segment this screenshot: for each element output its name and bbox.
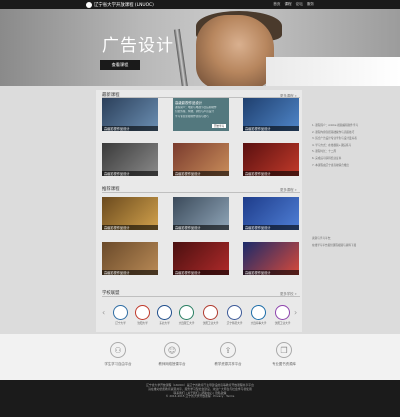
school-logo <box>113 305 128 320</box>
school-name: 沈阳大学 <box>137 322 148 325</box>
school-logo <box>203 305 218 320</box>
footer: 辽宁省大学开放课程（LNUOC）是辽宁省教育厅主导建设的高等教育开放课程共享平台… <box>0 380 400 417</box>
course-card[interactable]: 高级影视作品设计 <box>102 143 158 176</box>
course-card[interactable]: 高级影视作品设计 <box>102 242 158 275</box>
side-text: 资源与学习平台： <box>312 237 333 241</box>
school-item[interactable]: 辽宁师范大学 <box>226 305 243 327</box>
nav-item-service[interactable]: 服务 <box>307 2 314 7</box>
school-logo <box>179 305 194 320</box>
course-card-title: 高级影视作品设计 <box>102 225 158 230</box>
side-text: 1. 课程简介：Adobe 视频编辑软件学习 <box>312 124 359 127</box>
school-name: 大连理工大学 <box>178 322 195 325</box>
divider <box>102 192 300 193</box>
school-carousel: ‹ 辽宁大学 沈阳大学 东北大学 大连理工大学 沈阳工业大学 辽宁师范大学 大连… <box>102 303 300 327</box>
side-text: 5. 课程时长：十二周 <box>312 150 337 154</box>
school-logo <box>227 305 242 320</box>
course-card[interactable]: 高级影视作品设计 <box>102 197 158 230</box>
course-card-title: 高级影视作品设计 <box>243 126 299 131</box>
school-name: 大连海事大学 <box>250 322 267 325</box>
upload-icon: ⇪ <box>220 342 236 358</box>
side-text: 3. 适合广告设计专业学生与设计爱好者 <box>312 137 357 141</box>
course-card[interactable]: 高级影视作品设计 <box>243 197 299 230</box>
school-item[interactable]: 沈阳工业大学 <box>202 305 219 327</box>
start-learning-button[interactable]: 开始学习 <box>212 124 226 128</box>
book-icon: ❒ <box>276 342 292 358</box>
school-logo <box>251 305 266 320</box>
hero-image-face <box>196 15 274 86</box>
view-course-button[interactable]: 查看课程 <box>100 60 140 70</box>
school-item[interactable]: 沈阳工业大学 <box>274 305 291 327</box>
feature-item[interactable]: ❒ 专业图书资源库 <box>262 342 306 366</box>
logo-icon <box>86 1 92 8</box>
featured-course-desc-2: 包括剪辑、特效、调色与声音设计 <box>175 110 214 114</box>
course-card[interactable]: 高级影视作品设计 <box>102 98 158 131</box>
chevron-right-icon[interactable]: › <box>294 308 297 317</box>
school-item[interactable]: 大连海事大学 <box>250 305 267 327</box>
divider <box>102 296 300 297</box>
school-logo <box>275 305 290 320</box>
course-card[interactable]: 高级影视作品设计 <box>173 242 229 275</box>
school-name: 辽宁师范大学 <box>226 322 243 325</box>
side-text: 7. 本课程由辽宁省高校联合推出 <box>312 163 350 167</box>
course-card[interactable]: 高级影视作品设计 <box>173 143 229 176</box>
course-card-title: 高级影视作品设计 <box>102 270 158 275</box>
top-bar <box>0 0 400 9</box>
side-text: 6. 完成后可获得结业证书 <box>312 156 342 160</box>
feature-label: 教学资源共享平台 <box>214 362 242 366</box>
course-card-title: 高级影视作品设计 <box>102 126 158 131</box>
school-item[interactable]: 沈阳大学 <box>134 305 151 327</box>
feature-item[interactable]: ⚇ 学生学习自由平台 <box>96 342 140 366</box>
school-name: 沈阳工业大学 <box>202 322 219 325</box>
featured-course-title: 高级影视作品设计 <box>175 101 203 105</box>
school-logo <box>135 305 150 320</box>
nav-item-home[interactable]: 首页 <box>273 2 280 7</box>
site-name: 辽宁省大学开放课程 (LNUOC) <box>94 2 154 8</box>
feature-item[interactable]: ☺ 教师网络授课平台 <box>150 342 194 366</box>
feature-item[interactable]: ⇪ 教学资源共享平台 <box>206 342 250 366</box>
course-card-title: 高级影视作品设计 <box>102 171 158 176</box>
course-card-title: 高级影视作品设计 <box>243 171 299 176</box>
school-item[interactable]: 辽宁大学 <box>112 305 129 327</box>
nav-item-forum[interactable]: 论坛 <box>296 2 303 7</box>
side-text: 2. 课程内容包括基础操作与高级技巧 <box>312 130 355 134</box>
school-name: 东北大学 <box>159 322 170 325</box>
course-card[interactable]: 高级影视作品设计 <box>243 143 299 176</box>
featured-course-card[interactable]: 高级影视作品设计 课程简介：电影与电视节目后期制作 包括剪辑、特效、调色与声音设… <box>173 98 229 131</box>
feature-label: 学生学习自由平台 <box>104 362 132 366</box>
feature-bar: ⚇ 学生学习自由平台 ☺ 教师网络授课平台 ⇪ 教学资源共享平台 ❒ 专业图书资… <box>0 334 400 380</box>
course-card[interactable]: 高级影视作品设计 <box>243 98 299 131</box>
featured-course-desc-3: 学习专业影视制作流程与技巧 <box>175 114 209 118</box>
hero-image-arm <box>266 57 400 86</box>
course-card-title: 高级影视作品设计 <box>173 225 229 230</box>
feature-label: 教师网络授课平台 <box>158 362 186 366</box>
feature-label: 专业图书资源库 <box>272 362 296 366</box>
teacher-icon: ☺ <box>164 342 180 358</box>
school-item[interactable]: 东北大学 <box>156 305 173 327</box>
top-nav: 首页 课程 论坛 服务 <box>273 1 314 8</box>
hero-image-blade <box>173 28 189 86</box>
hero-banner <box>0 9 400 86</box>
side-info: 1. 课程简介：Adobe 视频编辑软件学习 2. 课程内容包括基础操作与高级技… <box>312 124 390 334</box>
course-card-title: 高级影视作品设计 <box>243 270 299 275</box>
course-card[interactable]: 高级影视作品设计 <box>173 197 229 230</box>
featured-course-desc-1: 课程简介：电影与电视节目后期制作 <box>175 106 217 109</box>
side-text: 4. 学习方式：在线视频+课后练习 <box>312 143 352 147</box>
chevron-left-icon[interactable]: ‹ <box>102 308 105 317</box>
side-text: 在线学习平台提供课程视频与资料下载 <box>312 243 357 247</box>
school-name: 沈阳工业大学 <box>274 322 291 325</box>
people-icon: ⚇ <box>110 342 126 358</box>
hero-title: 广告设计 <box>102 36 174 56</box>
footer-copyright: © 2014-2015 辽宁省大学开放课程 · Privacy · Terms <box>165 394 235 399</box>
school-name: 辽宁大学 <box>115 322 126 325</box>
school-item[interactable]: 大连理工大学 <box>178 305 195 327</box>
school-logo <box>157 305 172 320</box>
course-card-title: 高级影视作品设计 <box>173 270 229 275</box>
nav-item-courses[interactable]: 课程 <box>284 2 291 7</box>
course-card-title: 高级影视作品设计 <box>243 225 299 230</box>
course-card-title: 高级影视作品设计 <box>173 171 229 176</box>
site-logo[interactable]: 辽宁省大学开放课程 (LNUOC) <box>86 1 154 8</box>
course-card[interactable]: 高级影视作品设计 <box>243 242 299 275</box>
